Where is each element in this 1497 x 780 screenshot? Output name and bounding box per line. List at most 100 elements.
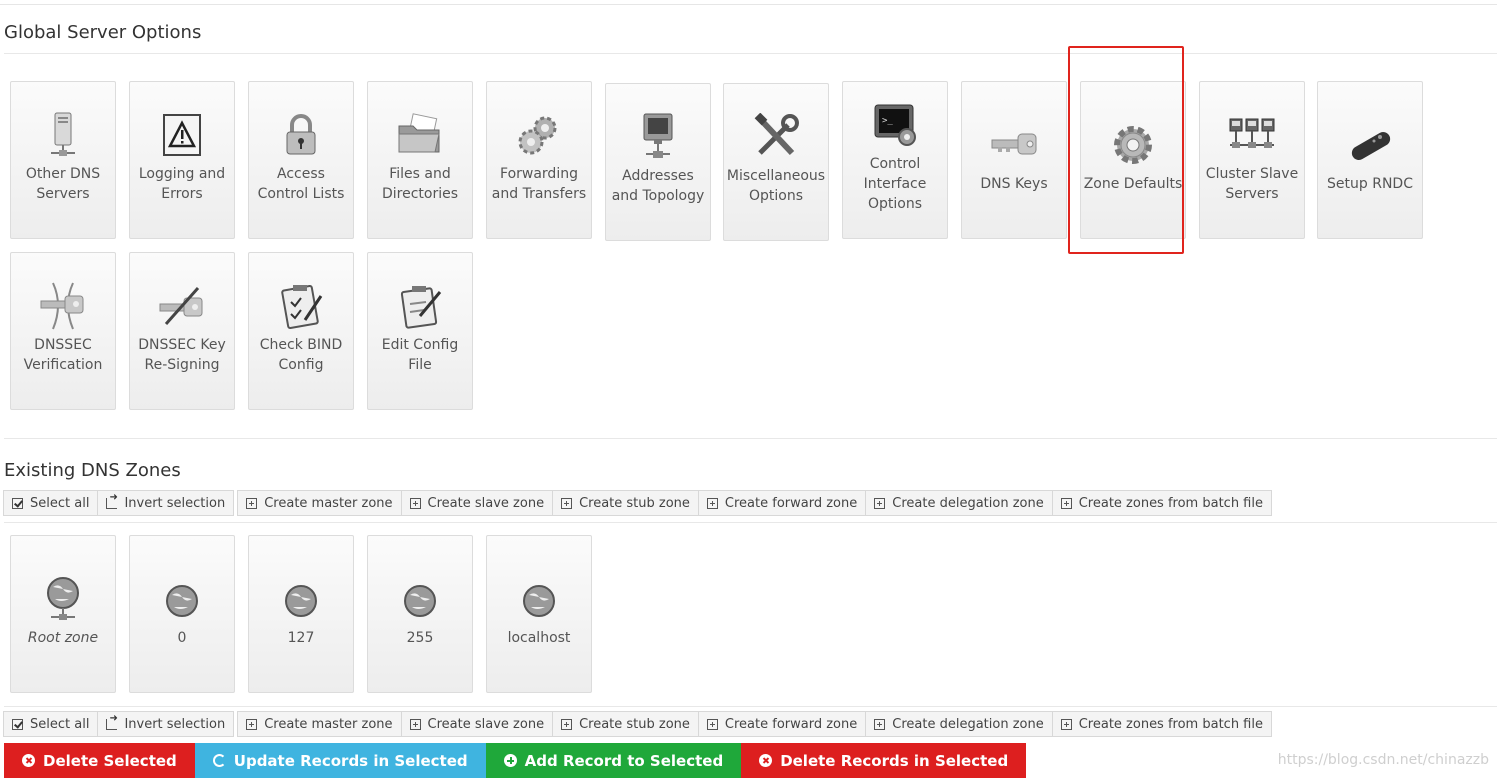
tile-other-dns-servers[interactable]: Other DNS Servers bbox=[10, 81, 116, 239]
plus-square-icon bbox=[561, 497, 573, 509]
create-stub-zone-button[interactable]: Create stub zone bbox=[552, 711, 699, 737]
zone-tile-localhost[interactable]: localhost bbox=[486, 535, 592, 693]
zone-label: Root zone bbox=[27, 630, 99, 646]
server-icon bbox=[11, 110, 115, 160]
globe-icon bbox=[368, 574, 472, 624]
zone-toolbar-top: Select all Invert selection Create maste… bbox=[3, 490, 1276, 516]
tile-forwarding-and-transfers[interactable]: Forwarding and Transfers bbox=[486, 81, 592, 239]
plus-square-icon bbox=[706, 718, 718, 730]
tile-setup-rndc[interactable]: Setup RNDC bbox=[1317, 81, 1423, 239]
tile-miscellaneous-options[interactable]: Miscellaneous Options bbox=[723, 83, 829, 241]
checkbox-icon bbox=[12, 718, 23, 730]
create-zones-batch-button[interactable]: Create zones from batch file bbox=[1051, 490, 1272, 516]
checklist-icon bbox=[249, 281, 353, 331]
global-options-title: Global Server Options bbox=[4, 22, 202, 43]
tile-label: DNSSEC Verification bbox=[23, 337, 103, 373]
zone-tile-127[interactable]: 127 bbox=[248, 535, 354, 693]
edit-document-icon bbox=[368, 281, 472, 331]
create-forward-zone-button[interactable]: Create forward zone bbox=[697, 711, 867, 737]
network-monitor-icon bbox=[606, 112, 710, 162]
zone-toolbar-bottom: Select all Invert selection Create maste… bbox=[3, 711, 1276, 737]
tile-dns-keys[interactable]: DNS Keys bbox=[961, 81, 1067, 239]
tile-cluster-slave-servers[interactable]: Cluster Slave Servers bbox=[1199, 81, 1305, 239]
action-bar: Delete Selected Update Records in Select… bbox=[4, 743, 1027, 778]
zone-tile-root[interactable]: Root zone bbox=[10, 535, 116, 693]
gears-icon bbox=[487, 110, 591, 160]
delete-records-button[interactable]: Delete Records in Selected bbox=[741, 743, 1027, 778]
select-all-button[interactable]: Select all bbox=[3, 490, 99, 516]
plus-square-icon bbox=[706, 497, 718, 509]
create-master-zone-button[interactable]: Create master zone bbox=[237, 490, 402, 516]
plus-square-icon bbox=[874, 718, 886, 730]
tile-label: Logging and Errors bbox=[138, 166, 226, 202]
plus-square-icon bbox=[874, 497, 886, 509]
create-stub-zone-button[interactable]: Create stub zone bbox=[552, 490, 699, 516]
remote-control-icon bbox=[1318, 120, 1422, 170]
tile-files-and-directories[interactable]: Files and Directories bbox=[367, 81, 473, 239]
globe-icon bbox=[487, 574, 591, 624]
tile-label: Control Interface Options bbox=[863, 156, 927, 212]
key-icon bbox=[962, 120, 1066, 170]
zone-tile-255[interactable]: 255 bbox=[367, 535, 473, 693]
tile-label: DNSSEC Key Re-Signing bbox=[138, 337, 226, 373]
update-records-button[interactable]: Update Records in Selected bbox=[194, 743, 486, 778]
lock-icon bbox=[249, 110, 353, 160]
select-all-button[interactable]: Select all bbox=[3, 711, 99, 737]
create-slave-zone-button[interactable]: Create slave zone bbox=[400, 711, 554, 737]
dnssec-key-icon bbox=[11, 281, 115, 331]
invert-selection-button[interactable]: Invert selection bbox=[97, 711, 235, 737]
create-slave-zone-button[interactable]: Create slave zone bbox=[400, 490, 554, 516]
tools-icon bbox=[724, 112, 828, 162]
share-icon bbox=[106, 713, 118, 730]
tile-check-bind-config[interactable]: Check BIND Config bbox=[248, 252, 354, 410]
svg-text:>_: >_ bbox=[882, 116, 893, 126]
tile-label: Access Control Lists bbox=[257, 166, 345, 202]
tile-edit-config-file[interactable]: Edit Config File bbox=[367, 252, 473, 410]
create-forward-zone-button[interactable]: Create forward zone bbox=[697, 490, 867, 516]
zone-label: 127 bbox=[287, 630, 315, 646]
zone-label: 0 bbox=[177, 630, 187, 646]
gear-icon bbox=[1081, 120, 1185, 170]
zone-tile-0[interactable]: 0 bbox=[129, 535, 235, 693]
watermark: https://blog.csdn.net/chinazzb bbox=[1277, 752, 1489, 768]
tile-dnssec-verification[interactable]: DNSSEC Verification bbox=[10, 252, 116, 410]
create-delegation-zone-button[interactable]: Create delegation zone bbox=[865, 711, 1053, 737]
divider bbox=[4, 438, 1497, 439]
tile-label: Addresses and Topology bbox=[611, 168, 705, 204]
zone-label: 255 bbox=[406, 630, 434, 646]
tile-label: DNS Keys bbox=[980, 176, 1048, 192]
folder-icon bbox=[368, 110, 472, 160]
tile-zone-defaults[interactable]: Zone Defaults bbox=[1080, 81, 1186, 239]
tile-access-control-lists[interactable]: Access Control Lists bbox=[248, 81, 354, 239]
plus-square-icon bbox=[246, 718, 258, 730]
existing-zones-title: Existing DNS Zones bbox=[4, 460, 181, 481]
zone-label: localhost bbox=[507, 630, 571, 646]
create-zones-batch-button[interactable]: Create zones from batch file bbox=[1051, 711, 1272, 737]
refresh-icon bbox=[212, 754, 226, 767]
times-circle-icon bbox=[759, 754, 773, 767]
globe-icon bbox=[130, 574, 234, 624]
tile-control-interface-options[interactable]: >_ Control Interface Options bbox=[842, 81, 948, 239]
invert-selection-button[interactable]: Invert selection bbox=[97, 490, 235, 516]
tile-label: Files and Directories bbox=[381, 166, 459, 202]
tile-label: Setup RNDC bbox=[1327, 176, 1413, 192]
create-delegation-zone-button[interactable]: Create delegation zone bbox=[865, 490, 1053, 516]
divider bbox=[4, 706, 1497, 707]
create-master-zone-button[interactable]: Create master zone bbox=[237, 711, 402, 737]
tile-label: Forwarding and Transfers bbox=[491, 166, 587, 202]
checkbox-icon bbox=[12, 497, 23, 509]
delete-selected-button[interactable]: Delete Selected bbox=[4, 743, 195, 778]
tile-label: Edit Config File bbox=[381, 337, 459, 373]
plus-square-icon bbox=[561, 718, 573, 730]
tile-addresses-and-topology[interactable]: Addresses and Topology bbox=[605, 83, 711, 241]
tile-label: Zone Defaults bbox=[1083, 176, 1183, 192]
tile-dnssec-key-re-signing[interactable]: DNSSEC Key Re-Signing bbox=[129, 252, 235, 410]
globe-server-icon bbox=[11, 574, 115, 624]
add-record-button[interactable]: Add Record to Selected bbox=[485, 743, 742, 778]
tile-label: Check BIND Config bbox=[259, 337, 343, 373]
key-pen-icon bbox=[130, 281, 234, 331]
tile-logging-and-errors[interactable]: Logging and Errors bbox=[129, 81, 235, 239]
cluster-icon bbox=[1200, 110, 1304, 160]
globe-icon bbox=[249, 574, 353, 624]
plus-circle-icon bbox=[503, 754, 517, 767]
